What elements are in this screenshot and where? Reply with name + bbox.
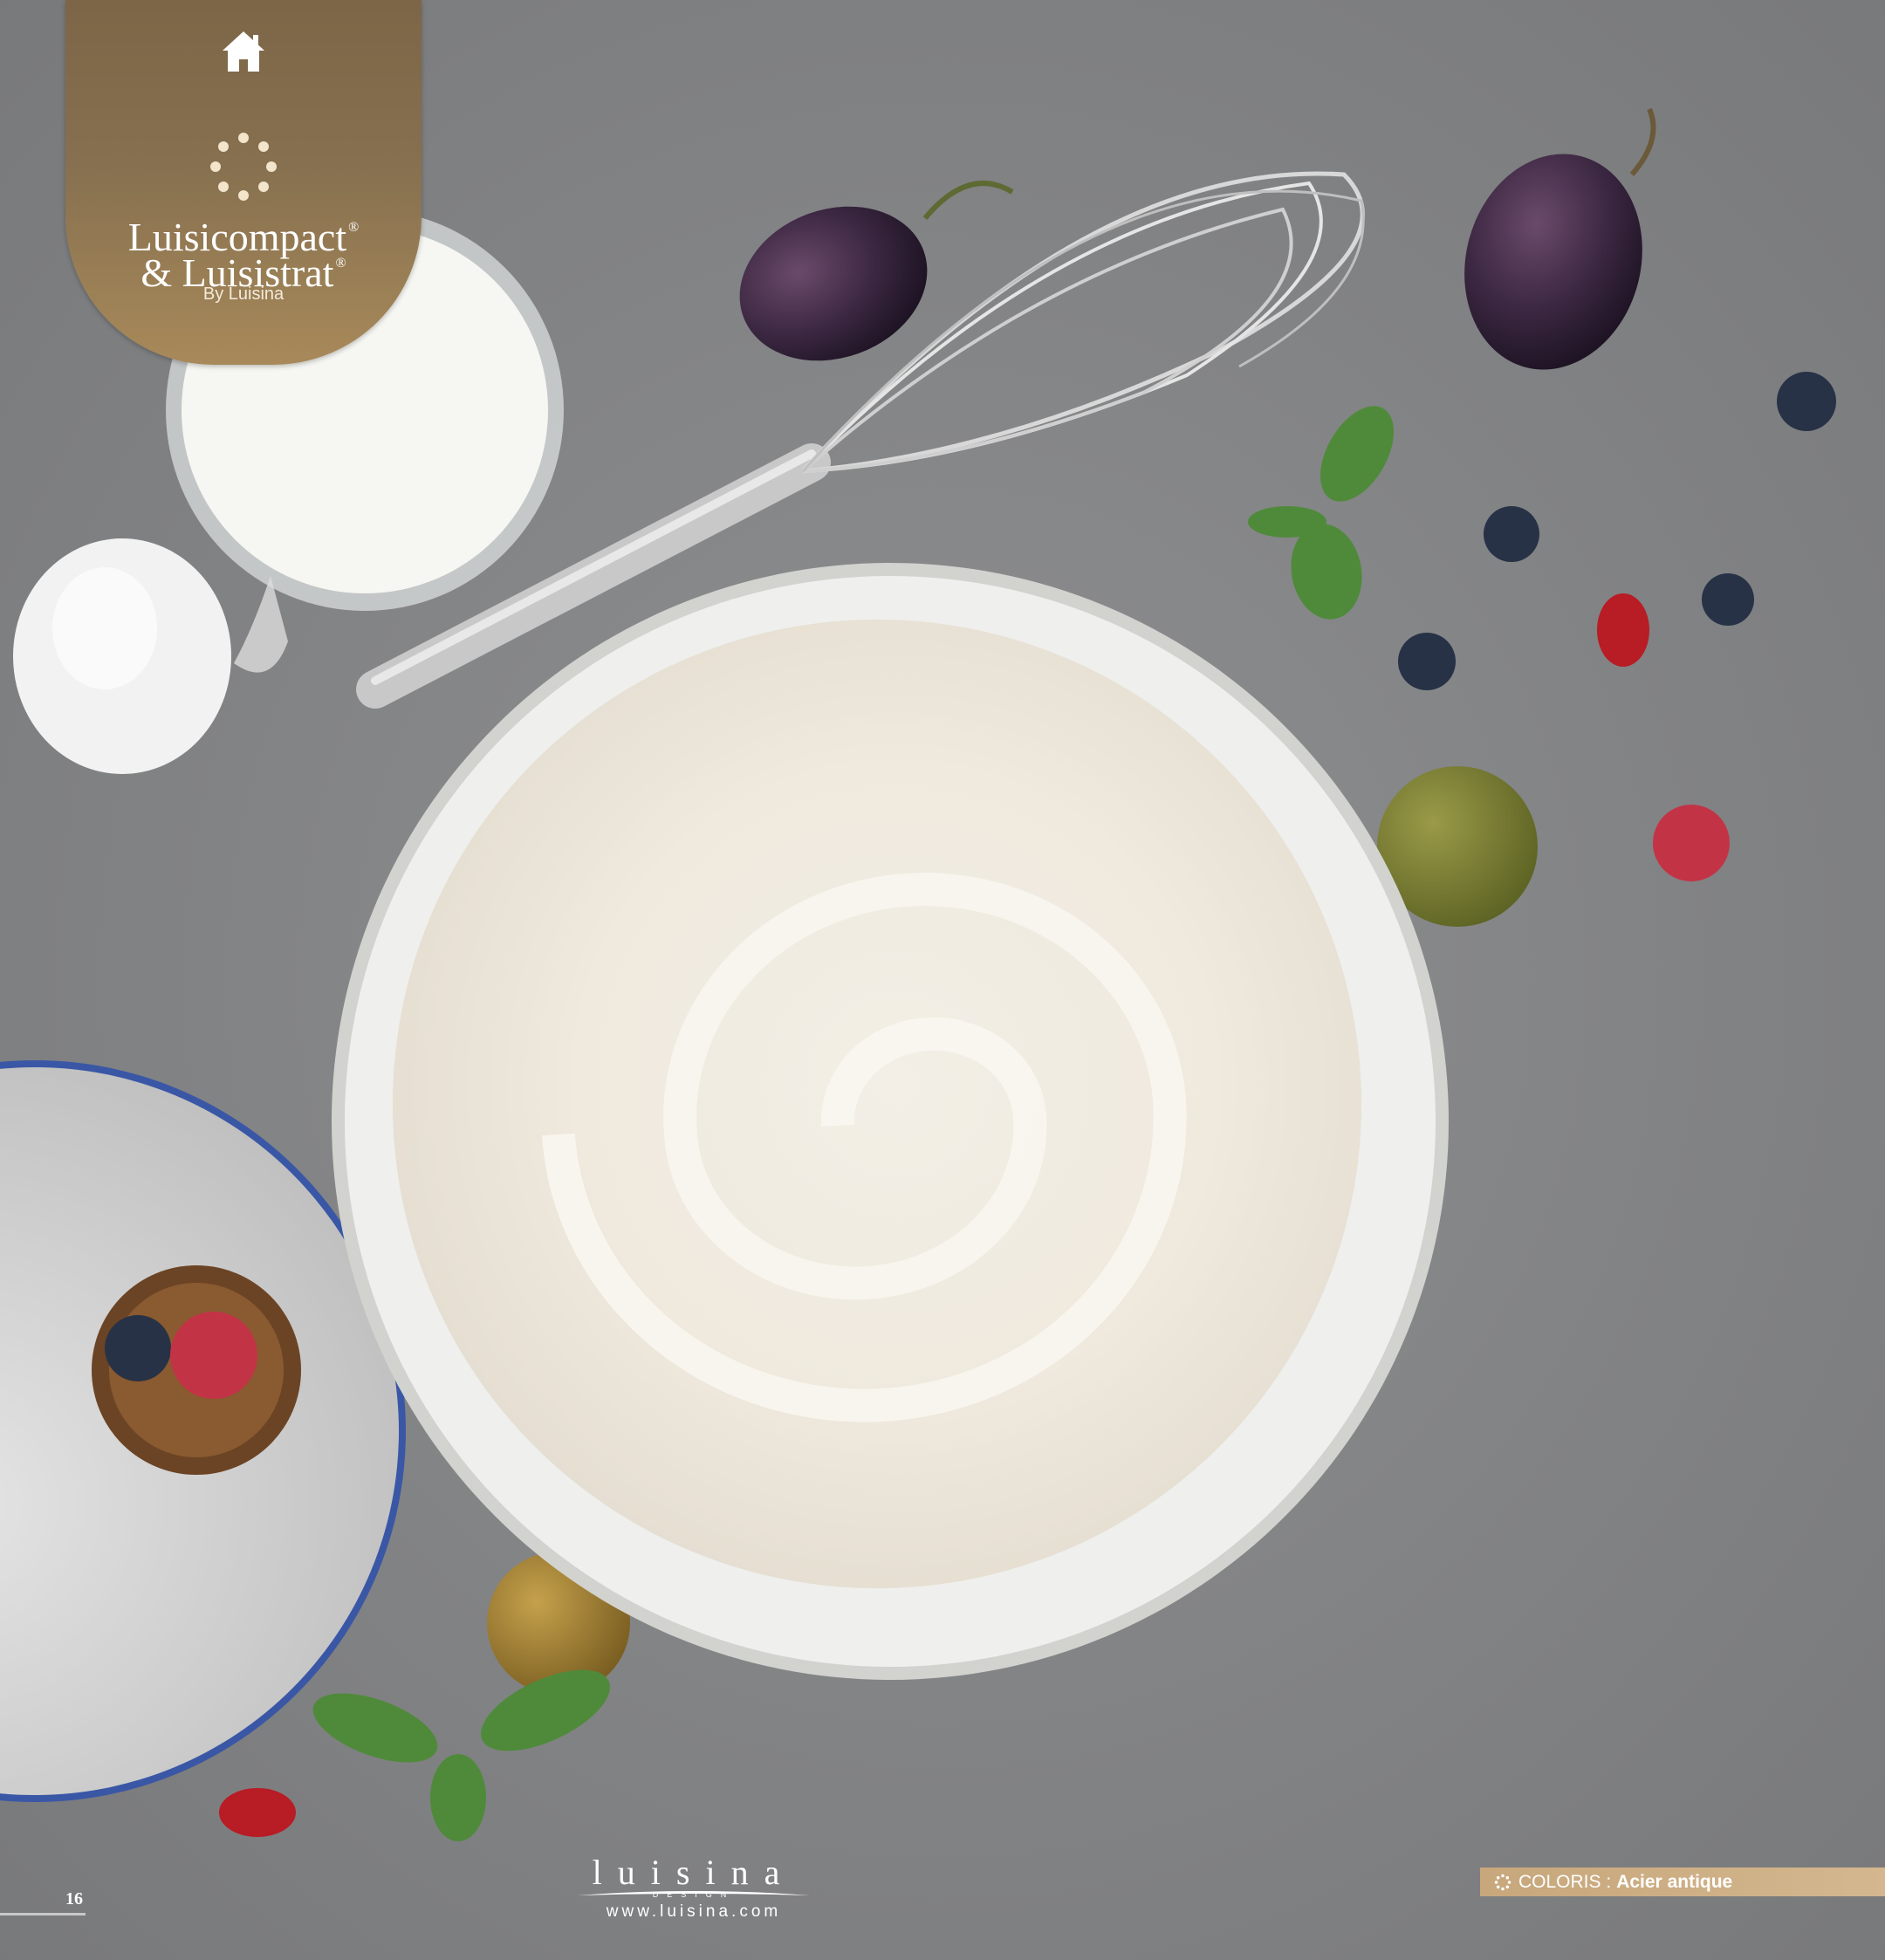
dots-ring-icon [210, 133, 277, 201]
dots-ring-icon [1494, 1874, 1511, 1890]
logo-design-label: DESIGN [652, 1890, 736, 1899]
coloris-bar: COLORIS : Acier antique [1480, 1867, 1885, 1896]
logo-wordmark: luisina [592, 1853, 796, 1892]
coloris-label: COLORIS : [1518, 1871, 1612, 1892]
website-url[interactable]: www.luisina.com [576, 1902, 812, 1922]
luisina-logo[interactable]: luisina DESIGN www.luisina.com [576, 1854, 812, 1923]
coloris-value: Acier antique [1616, 1871, 1733, 1892]
page-rule [0, 1913, 86, 1915]
page-number: 16 [65, 1889, 83, 1909]
brand-tab: Luisicompact ® & Luisistrat ® By Luisina [65, 0, 422, 365]
brand-byline: By Luisina [202, 284, 284, 304]
raspberry [1653, 805, 1730, 881]
home-icon[interactable] [219, 26, 268, 75]
